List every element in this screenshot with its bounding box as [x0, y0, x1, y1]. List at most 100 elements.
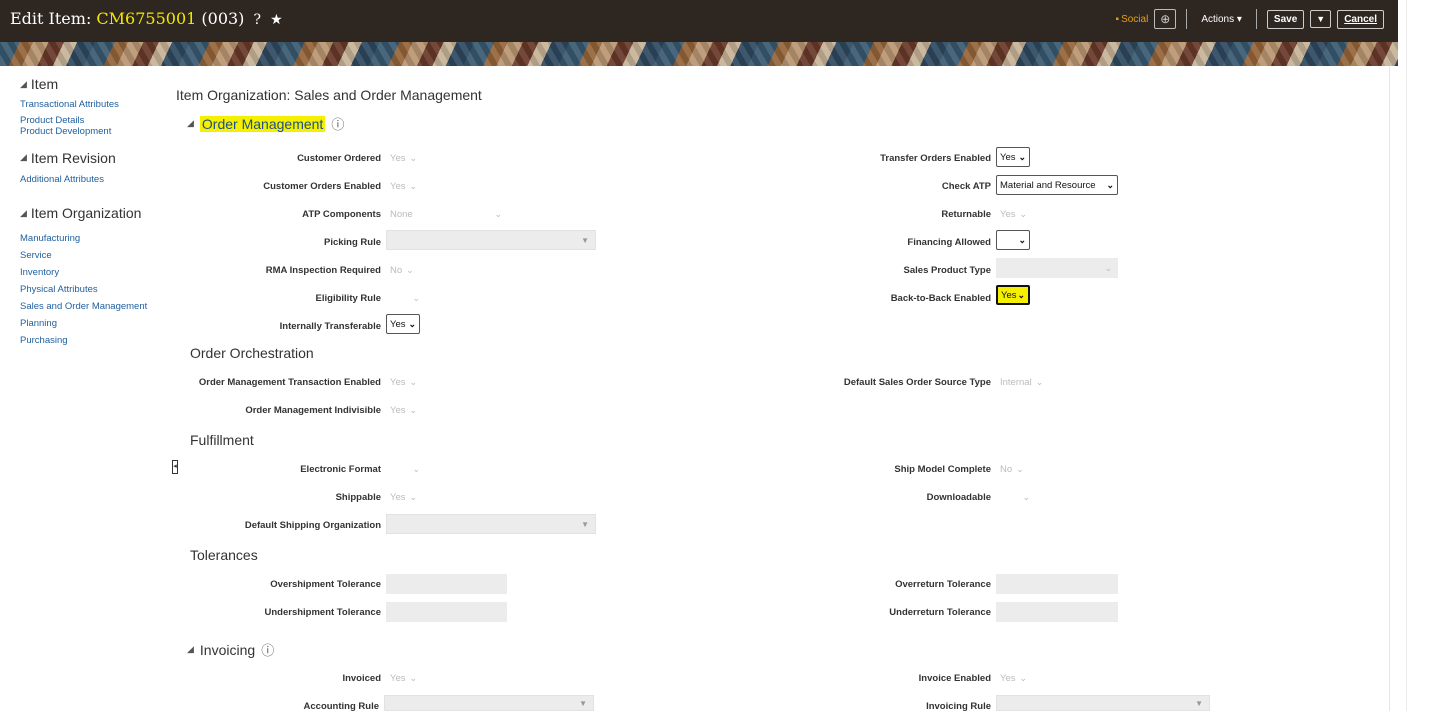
shippable-select: Yes ⌄ [390, 487, 418, 507]
label-transfer-orders-enabled: Transfer Orders Enabled [880, 153, 991, 164]
sidebar-link-product-details[interactable]: Product Details [20, 115, 170, 127]
label-undershipment-tolerance: Undershipment Tolerance [264, 607, 382, 618]
sidebar: ◢ Item Transactional Attributes Product D… [20, 76, 170, 349]
chevron-down-icon: ⌄ [1022, 491, 1030, 502]
label-customer-ordered: Customer Ordered [297, 153, 381, 164]
customer-ordered-select: Yes ⌄ [390, 148, 418, 168]
chevron-down-icon: ⌄ [409, 180, 418, 191]
transfer-orders-enabled-select[interactable]: Yes ⌄ [996, 147, 1030, 167]
label-invoice-enabled: Invoice Enabled [918, 673, 991, 684]
label-invoiced: Invoiced [342, 673, 381, 684]
chevron-down-icon: ⌄ [1104, 262, 1112, 273]
section-tolerances: Tolerances [190, 547, 258, 563]
sidebar-link-inventory[interactable]: Inventory [20, 264, 170, 281]
rma-inspection-required-select: No ⌄ [390, 260, 414, 280]
sidebar-link-planning[interactable]: Planning [20, 315, 170, 332]
help-icon[interactable]: ? [254, 12, 262, 28]
chevron-down-icon: ⌄ [409, 672, 418, 683]
sidebar-group-item[interactable]: ◢ Item [20, 76, 170, 92]
chevron-down-icon: ⌄ [1106, 179, 1114, 190]
chevron-down-icon: ⌄ [409, 491, 418, 502]
collapse-triangle-icon: ◢ [187, 118, 194, 128]
sidebar-link-manufacturing[interactable]: Manufacturing [20, 230, 170, 247]
collapse-triangle-icon: ◢ [187, 644, 194, 654]
sidebar-link-product-development[interactable]: Product Development [20, 126, 170, 138]
back-to-back-enabled-select[interactable]: Yes ⌄ [996, 285, 1030, 305]
dropdown-arrow-icon: ▼ [1195, 698, 1203, 708]
atp-components-select: None ⌄ [390, 204, 506, 224]
invoicing-rule-select: ▼ [996, 695, 1210, 711]
social-icon: ▪ [1115, 13, 1120, 25]
chevron-down-icon: ⌄ [412, 292, 420, 303]
save-button[interactable]: Save [1266, 9, 1305, 29]
label-shippable: Shippable [335, 492, 381, 503]
panel-collapse-handle[interactable]: ◂ [172, 460, 178, 474]
invoiced-select: Yes ⌄ [390, 668, 418, 688]
chevron-down-icon: ⌄ [408, 318, 416, 329]
internally-transferable-select[interactable]: Yes ⌄ [386, 314, 420, 334]
collapse-triangle-icon: ◢ [20, 78, 27, 89]
label-electronic-format: Electronic Format [300, 464, 381, 475]
picking-rule-select: ▼ [386, 230, 596, 250]
section-invoicing[interactable]: ◢ Invoicing ⓘ [187, 640, 274, 659]
sales-product-type-select: ⌄ [996, 258, 1118, 278]
sidebar-group-item-revision[interactable]: ◢ Item Revision [20, 150, 170, 166]
overreturn-tolerance-input [996, 574, 1118, 594]
om-indivisible-select: Yes ⌄ [390, 400, 418, 420]
label-picking-rule: Picking Rule [323, 237, 381, 248]
label-returnable: Returnable [941, 209, 991, 220]
label-financing-allowed: Financing Allowed [907, 237, 991, 248]
label-eligibility-rule: Eligibility Rule [315, 293, 381, 304]
label-rma-inspection-required: RMA Inspection Required [265, 265, 381, 276]
sidebar-link-service[interactable]: Service [20, 247, 170, 264]
invoice-enabled-select: Yes ⌄ [1000, 668, 1028, 688]
globe-icon[interactable]: ⊕ [1154, 9, 1177, 29]
page-heading: Item Organization: Sales and Order Manag… [176, 87, 482, 103]
chevron-down-icon: ⌄ [1018, 234, 1026, 245]
sidebar-link-purchasing[interactable]: Purchasing [20, 332, 170, 349]
label-downloadable: Downloadable [926, 492, 991, 503]
chevron-down-icon: ⌄ [409, 376, 418, 387]
chevron-down-icon: ⌄ [1035, 376, 1044, 387]
label-back-to-back-enabled: Back-to-Back Enabled [890, 293, 991, 304]
page-header: Edit Item: CM6755001 (003) ? ★ ▪ Social … [0, 0, 1398, 66]
section-fulfillment: Fulfillment [190, 432, 254, 448]
label-check-atp: Check ATP [941, 181, 991, 192]
sidebar-link-additional-attributes[interactable]: Additional Attributes [20, 174, 170, 186]
om-transaction-enabled-select: Yes ⌄ [390, 372, 418, 392]
section-order-orchestration: Order Orchestration [190, 345, 314, 361]
label-default-shipping-org: Default Shipping Organization [244, 520, 381, 531]
divider [1186, 9, 1188, 29]
actions-menu[interactable]: Actions ▾ [1201, 14, 1242, 25]
label-om-transaction-enabled: Order Management Transaction Enabled [198, 377, 381, 388]
section-order-management[interactable]: ◢ Order Management ⓘ [187, 114, 344, 133]
collapse-triangle-icon: ◢ [20, 152, 27, 162]
chevron-down-icon: ⌄ [412, 463, 420, 474]
help-icon[interactable]: ⓘ [261, 640, 274, 659]
item-number: CM6755001 [96, 9, 197, 28]
social-button[interactable]: ▪ Social [1116, 14, 1149, 25]
sidebar-group-item-organization[interactable]: ◢ Item Organization [20, 205, 170, 221]
chevron-down-icon: ⌄ [409, 152, 418, 163]
financing-allowed-select[interactable]: ⌄ [996, 230, 1030, 250]
undershipment-tolerance-input [386, 602, 507, 622]
sidebar-link-physical-attributes[interactable]: Physical Attributes [20, 281, 170, 298]
window-scrollbar[interactable] [1406, 0, 1439, 711]
label-invoicing-rule: Invoicing Rule [926, 701, 991, 712]
collapse-triangle-icon: ◢ [20, 207, 27, 218]
label-overreturn-tolerance: Overreturn Tolerance [895, 579, 991, 590]
chevron-down-icon: ⌄ [406, 264, 414, 275]
sidebar-link-transactional-attributes[interactable]: Transactional Attributes [20, 99, 170, 111]
save-dropdown-button[interactable]: ▼ [1310, 10, 1332, 28]
default-so-source-type-select: Internal ⌄ [1000, 372, 1044, 392]
label-internally-transferable: Internally Transferable [279, 321, 381, 332]
cancel-button[interactable]: Cancel [1337, 9, 1384, 29]
help-icon[interactable]: ⓘ [331, 114, 344, 133]
favorite-star-icon[interactable]: ★ [270, 12, 283, 28]
ship-model-complete-select: No ⌄ [1000, 459, 1024, 479]
check-atp-select[interactable]: Material and Resource ⌄ [996, 175, 1118, 195]
label-underreturn-tolerance: Underreturn Tolerance [889, 607, 991, 618]
accounting-rule-select: ▼ [384, 695, 594, 711]
sidebar-link-sales-and-order-management[interactable]: Sales and Order Management [20, 298, 170, 315]
dropdown-arrow-icon: ▼ [579, 698, 587, 708]
